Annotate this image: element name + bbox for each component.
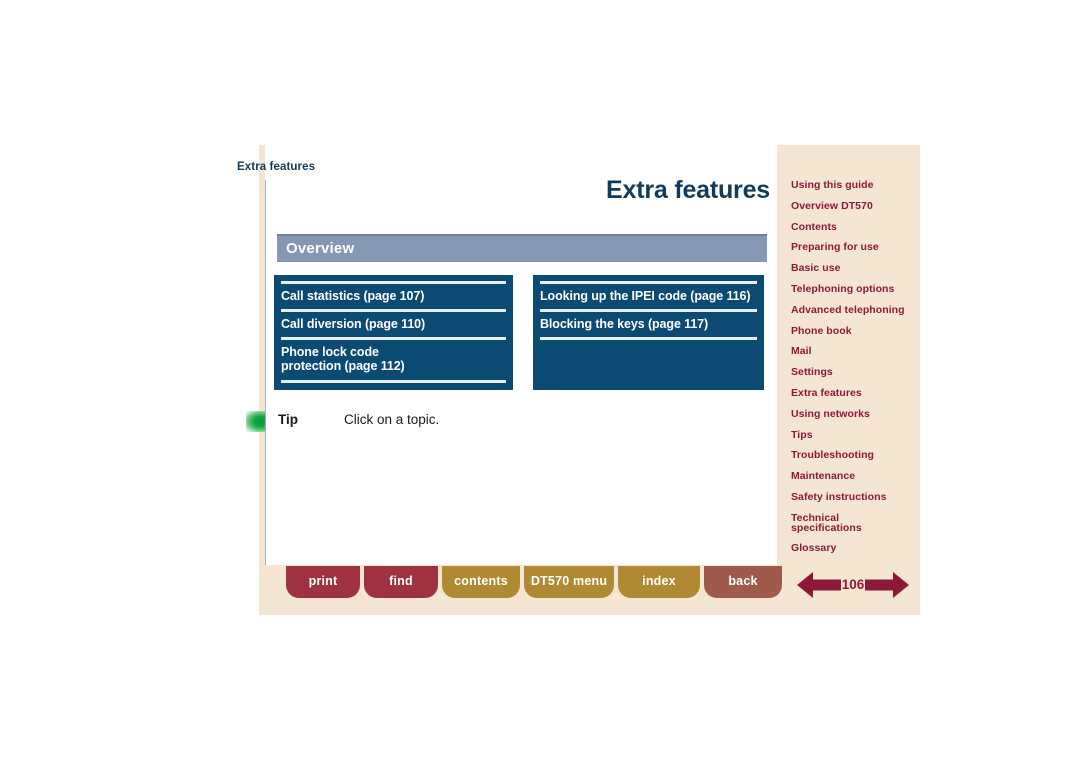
back-button[interactable]: back <box>704 566 782 598</box>
index-button[interactable]: index <box>618 566 700 598</box>
sidebar-item-basic-use[interactable]: Basic use <box>791 263 916 275</box>
sidebar-item-technical-specifications[interactable]: Technical specifications <box>791 513 916 534</box>
sidebar-item-phone-book[interactable]: Phone book <box>791 325 916 338</box>
running-head: Extra features <box>237 161 316 173</box>
tip-text: Click on a topic. <box>344 412 440 427</box>
pager: 106 <box>797 570 909 600</box>
sidebar-item-using-this-guide[interactable]: Using this guide <box>791 179 916 192</box>
tip-label: Tip <box>278 412 298 427</box>
sidebar-item-contents[interactable]: Contents <box>791 221 916 234</box>
sidebar-item-tips[interactable]: Tips <box>791 429 916 442</box>
sidebar-item-extra-features[interactable]: Extra features <box>791 387 916 400</box>
sidebar-item-advanced-telephoning[interactable]: Advanced telephoning <box>791 304 916 317</box>
sidebar-item-preparing-for-use[interactable]: Preparing for use <box>791 242 916 254</box>
sidebar-item-maintenance[interactable]: Maintenance <box>791 471 916 483</box>
arrow-left-icon[interactable] <box>797 570 841 600</box>
topic-divider <box>281 380 506 383</box>
topic-link-phone-lock-code-protection[interactable]: Phone lock code protection (page 112) <box>274 340 513 380</box>
sidebar-item-overview-dt570[interactable]: Overview DT570 <box>791 200 916 213</box>
topic-link-looking-up-ipei-code[interactable]: Looking up the IPEI code (page 116) <box>533 284 764 309</box>
sidebar-item-safety-instructions[interactable]: Safety instructions <box>791 491 916 504</box>
section-heading-label: Overview <box>286 240 355 257</box>
sidebar-nav: Using this guide Overview DT570 Contents… <box>791 179 916 564</box>
topic-link-call-diversion[interactable]: Call diversion (page 110) <box>274 312 513 337</box>
contents-button[interactable]: contents <box>442 566 520 598</box>
page-root: Extra features Extra features Overview C… <box>0 0 1080 763</box>
sidebar-item-glossary[interactable]: Glossary <box>791 543 916 555</box>
sidebar-item-settings[interactable]: Settings <box>791 367 916 379</box>
sidebar-item-telephoning-options[interactable]: Telephoning options <box>791 283 916 296</box>
print-button[interactable]: print <box>286 566 360 598</box>
topic-box-right: Looking up the IPEI code (page 116) Bloc… <box>533 275 764 390</box>
topic-box-left: Call statistics (page 107) Call diversio… <box>274 275 513 390</box>
sidebar-item-mail[interactable]: Mail <box>791 346 916 358</box>
arrow-right-icon[interactable] <box>865 570 909 600</box>
sidebar-item-troubleshooting[interactable]: Troubleshooting <box>791 450 916 462</box>
find-button[interactable]: find <box>364 566 438 598</box>
green-gradient-icon <box>246 411 266 432</box>
tip-row: Tip Click on a topic. <box>246 408 666 434</box>
section-header-bar: Overview <box>277 234 767 262</box>
sidebar-item-using-networks[interactable]: Using networks <box>791 408 916 421</box>
page-title: Extra features <box>606 176 770 204</box>
dt570-menu-button[interactable]: DT570 menu <box>524 566 614 598</box>
topic-link-blocking-the-keys[interactable]: Blocking the keys (page 117) <box>533 312 764 337</box>
topic-divider <box>540 337 757 340</box>
topic-link-call-statistics[interactable]: Call statistics (page 107) <box>274 284 513 309</box>
card-left-border <box>265 408 271 429</box>
